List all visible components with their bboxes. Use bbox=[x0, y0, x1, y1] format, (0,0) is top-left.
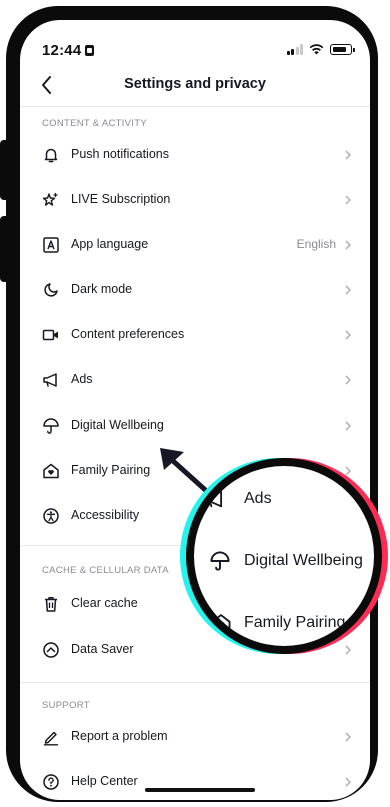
settings-item-content-preferences[interactable]: Content preferences bbox=[20, 315, 370, 355]
section-header-support: SUPPORT bbox=[42, 700, 90, 711]
settings-item-label: Digital Wellbeing bbox=[71, 418, 164, 432]
divider bbox=[20, 682, 370, 683]
divider bbox=[20, 106, 370, 107]
settings-item-app-language[interactable]: App language English bbox=[20, 225, 370, 265]
settings-item-label: Dark mode bbox=[71, 282, 133, 296]
current-language-value: English bbox=[296, 237, 336, 251]
bell-icon bbox=[44, 148, 58, 163]
settings-item-ads[interactable]: Ads bbox=[20, 360, 370, 400]
settings-item-label: Family Pairing bbox=[71, 463, 151, 477]
accessibility-icon bbox=[43, 508, 59, 524]
star-sparkle-icon bbox=[42, 192, 58, 206]
chevron-right-icon bbox=[345, 150, 351, 160]
orientation-lock-icon bbox=[85, 45, 95, 56]
megaphone-icon bbox=[205, 490, 223, 508]
magnifier-callout: Ads Digital Wellbeing Family Pairing bbox=[180, 458, 388, 654]
settings-item-label: Help Center bbox=[71, 774, 138, 788]
status-time: 12:44 bbox=[42, 42, 82, 59]
moon-icon bbox=[44, 283, 58, 297]
page-title: Settings and privacy bbox=[124, 76, 266, 92]
settings-item-label: Ads bbox=[71, 372, 93, 386]
settings-item-label: Clear cache bbox=[71, 596, 138, 610]
volume-down-button bbox=[0, 216, 8, 282]
chevron-right-icon bbox=[345, 195, 351, 205]
section-header-cache: CACHE & CELLULAR DATA bbox=[42, 565, 169, 576]
status-time-wrap: 12:44 bbox=[42, 42, 95, 59]
settings-item-dark-mode[interactable]: Dark mode bbox=[20, 270, 370, 310]
pencil-icon bbox=[43, 731, 59, 746]
settings-item-live-subscription[interactable]: LIVE Subscription bbox=[20, 180, 370, 220]
magnifier-lens: Ads Digital Wellbeing Family Pairing bbox=[194, 466, 374, 646]
magnifier-item-label: Ads bbox=[244, 490, 272, 507]
chevron-right-icon bbox=[345, 732, 351, 742]
volume-up-button bbox=[0, 140, 8, 200]
umbrella-icon bbox=[43, 418, 59, 434]
data-saver-icon bbox=[43, 642, 59, 658]
chevron-right-icon bbox=[345, 240, 351, 250]
nav-bar: Settings and privacy bbox=[20, 68, 370, 102]
settings-item-label: Content preferences bbox=[71, 327, 185, 341]
chevron-right-icon bbox=[345, 330, 351, 340]
status-icons bbox=[286, 44, 355, 55]
chevron-right-icon bbox=[345, 375, 351, 385]
settings-item-label: Push notifications bbox=[71, 147, 169, 161]
wifi-icon bbox=[309, 44, 324, 55]
megaphone-icon bbox=[43, 373, 57, 387]
magnifier-item-label: Digital Wellbeing bbox=[244, 552, 363, 569]
settings-item-label: Accessibility bbox=[71, 508, 140, 522]
app-screen: 12:44 Settings and privacy CONTENT & ACT… bbox=[20, 20, 370, 800]
settings-item-report-problem[interactable]: Report a problem bbox=[20, 717, 370, 757]
settings-item-label: LIVE Subscription bbox=[71, 192, 171, 206]
settings-item-label: Data Saver bbox=[71, 642, 134, 656]
chevron-right-icon bbox=[345, 421, 351, 431]
settings-item-label: Report a problem bbox=[71, 729, 168, 743]
trash-icon bbox=[45, 597, 57, 612]
settings-item-push-notifications[interactable]: Push notifications bbox=[20, 135, 370, 175]
settings-item-help-center[interactable]: Help Center bbox=[20, 762, 370, 800]
chevron-right-icon bbox=[345, 285, 351, 295]
magnifier-item-label: Family Pairing bbox=[244, 614, 346, 631]
umbrella-icon bbox=[210, 551, 230, 571]
chevron-right-icon bbox=[345, 645, 351, 655]
cellular-signal-icon bbox=[286, 44, 303, 55]
home-heart-icon bbox=[43, 463, 59, 479]
video-camera-icon bbox=[42, 329, 58, 341]
section-header-content-activity: CONTENT & ACTIVITY bbox=[42, 118, 147, 129]
home-indicator bbox=[145, 788, 255, 792]
home-heart-icon bbox=[211, 614, 231, 632]
language-a-icon bbox=[43, 237, 59, 253]
help-circle-icon bbox=[43, 774, 59, 790]
status-bar: 12:44 bbox=[20, 20, 370, 64]
battery-icon bbox=[330, 44, 355, 55]
settings-item-label: App language bbox=[71, 237, 149, 251]
phone-frame: 12:44 Settings and privacy CONTENT & ACT… bbox=[6, 6, 378, 802]
chevron-right-icon bbox=[345, 777, 351, 787]
